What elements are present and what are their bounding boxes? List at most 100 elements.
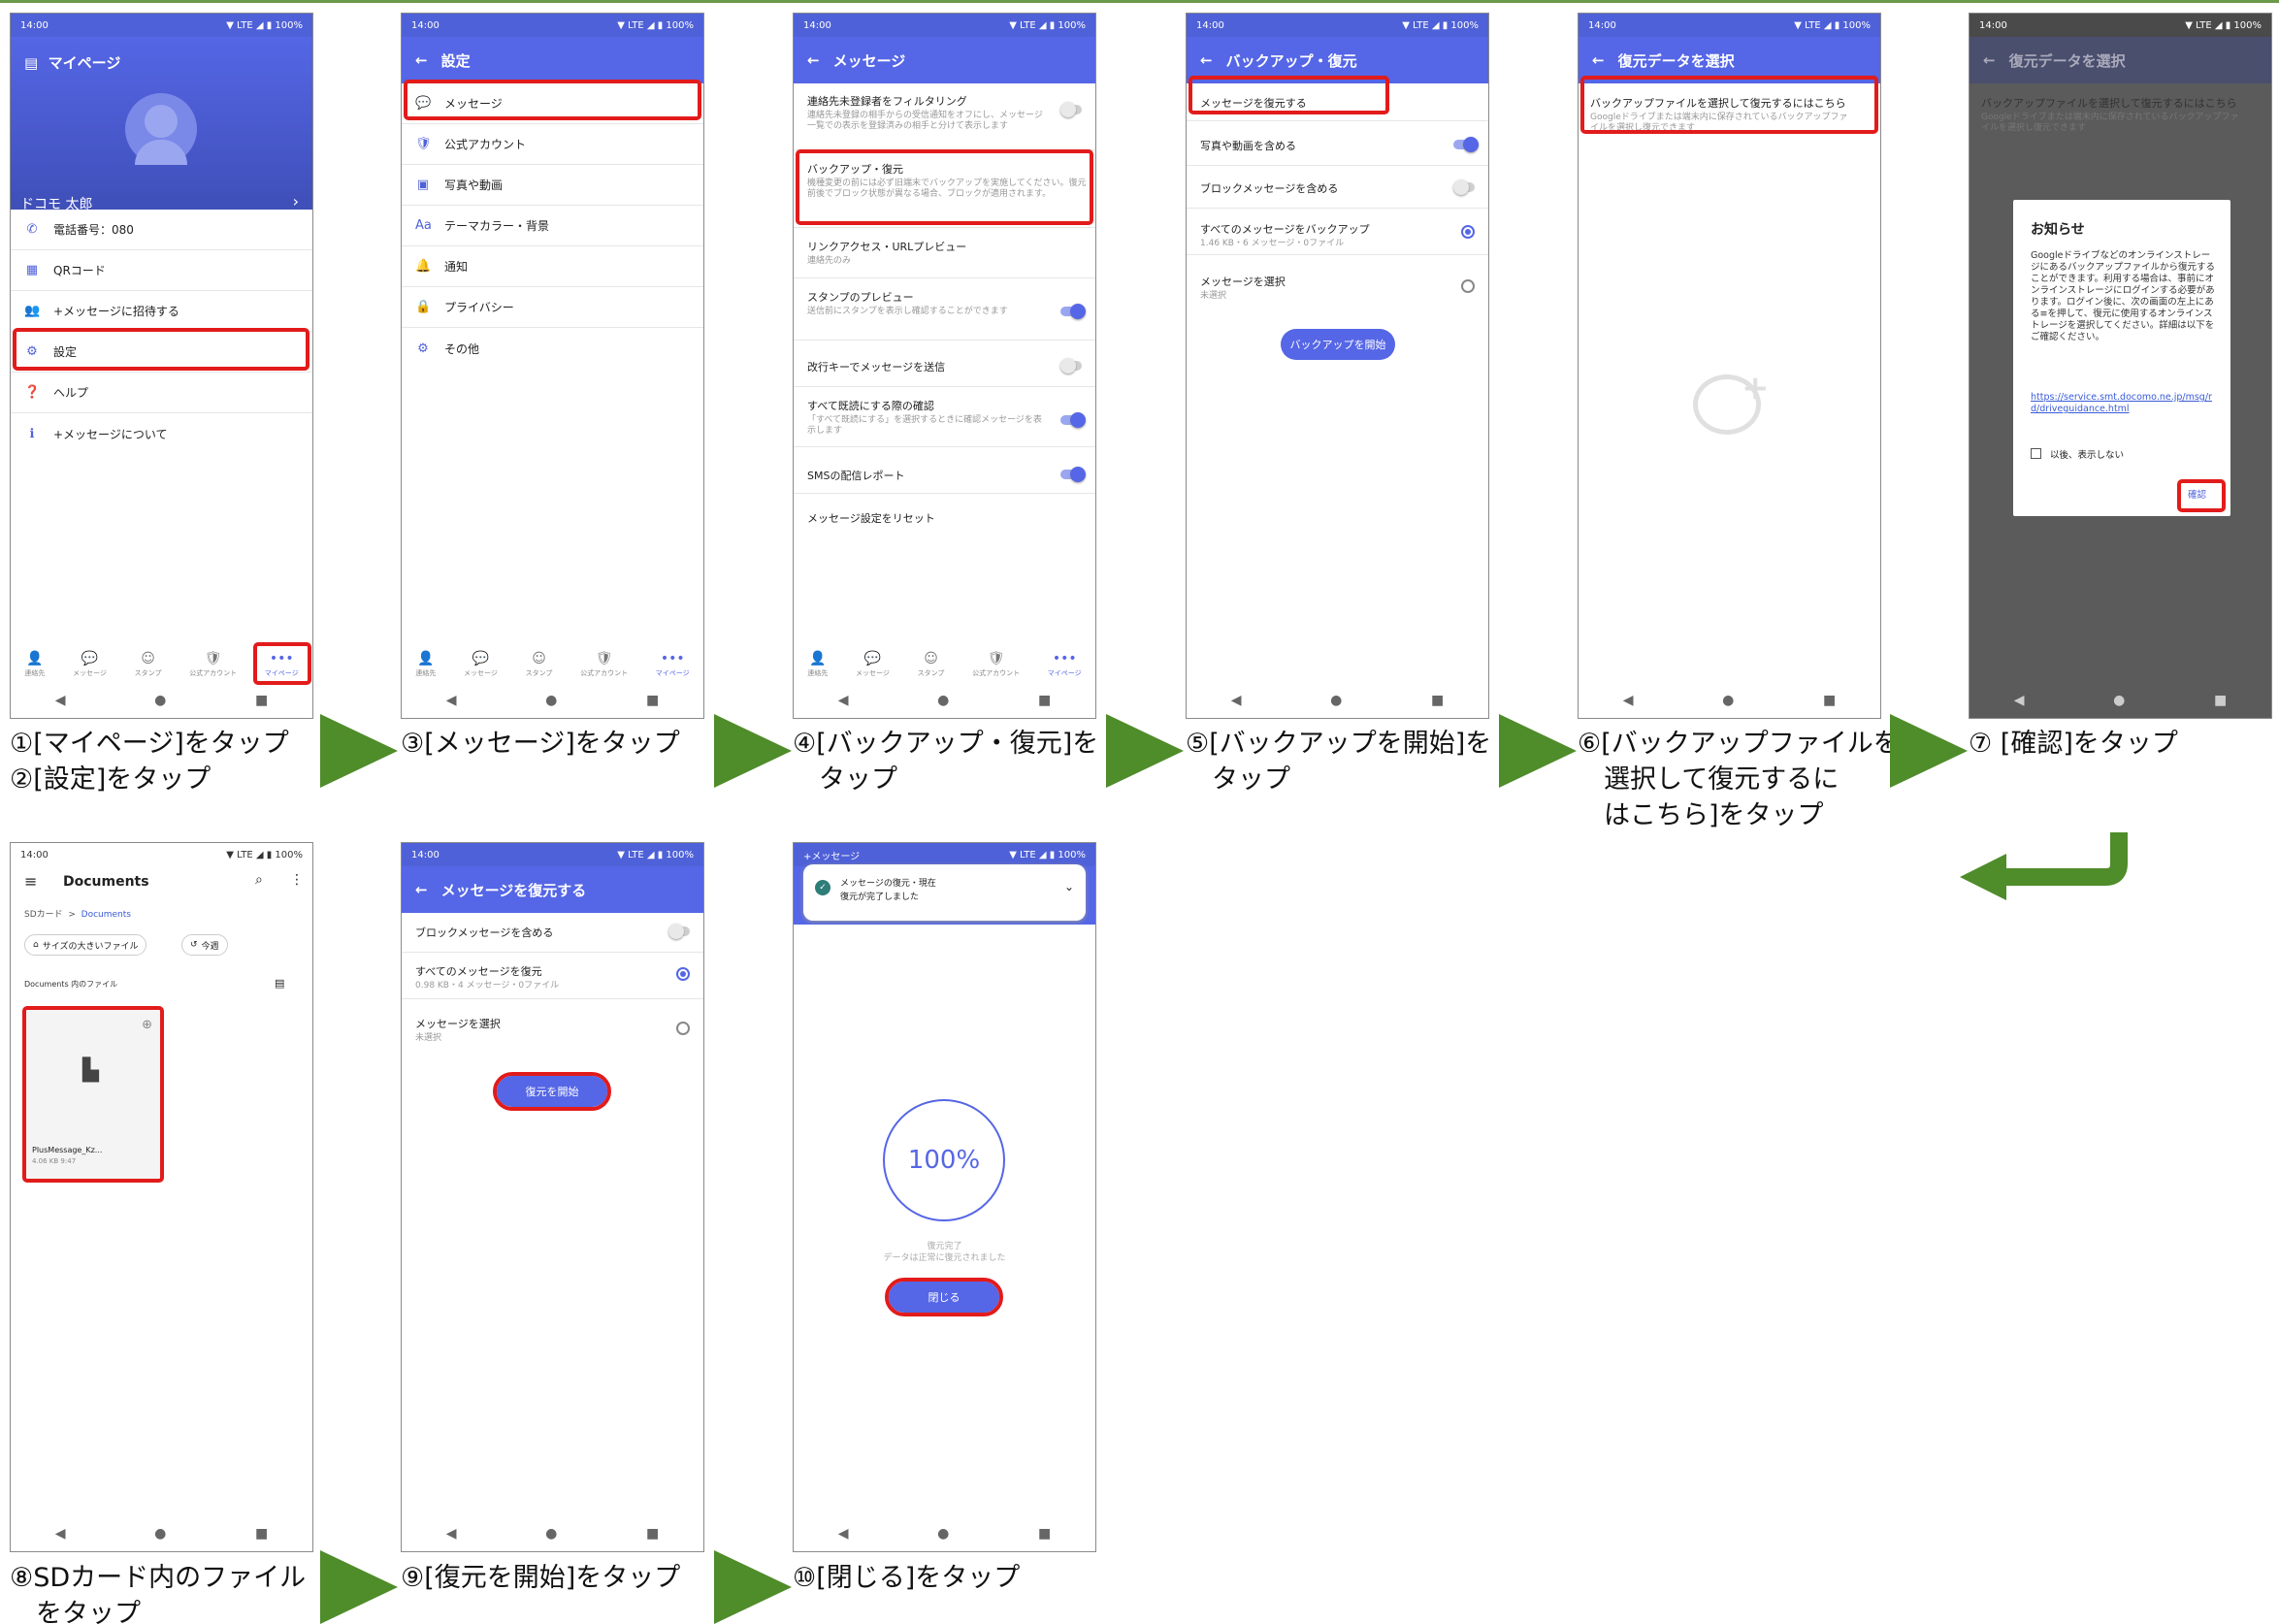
back-icon[interactable]: ◀ bbox=[55, 693, 66, 708]
option-select-messages[interactable]: メッセージを選択 未選択 bbox=[415, 1016, 697, 1044]
option-select-messages[interactable]: メッセージを選択 未選択 bbox=[1200, 274, 1481, 302]
settings-item-media[interactable]: ▣ 写真や動画 bbox=[402, 165, 703, 206]
toggle-include-media[interactable] bbox=[1453, 137, 1479, 152]
dont-show-checkbox[interactable] bbox=[2031, 448, 2041, 459]
recent-icon[interactable]: ■ bbox=[2214, 693, 2227, 708]
settings-item-other[interactable]: ⚙ その他 bbox=[402, 328, 703, 369]
back-arrow-icon[interactable]: ← bbox=[807, 51, 820, 69]
tab-stamps[interactable]: ☺ スタンプ bbox=[135, 651, 162, 678]
toggle-sms-report[interactable] bbox=[1060, 467, 1086, 482]
select-backup-file-link[interactable]: バックアップファイルを選択して復元するにはこちら Googleドライブまたは端末内… bbox=[1981, 95, 2263, 134]
search-icon[interactable]: ⌕ bbox=[255, 872, 263, 888]
tab-official[interactable]: 🛡 公式アカウント bbox=[972, 651, 1020, 678]
tab-mypage[interactable]: ••• マイページ bbox=[1048, 651, 1082, 678]
setting-include-blocked[interactable]: ブロックメッセージを含める bbox=[415, 925, 697, 940]
chevron-down-icon[interactable]: ⌄ bbox=[1064, 880, 1074, 893]
tab-messages[interactable]: 💬 メッセージ bbox=[73, 651, 107, 678]
back-arrow-icon[interactable]: ← bbox=[1200, 51, 1213, 69]
tab-contacts[interactable]: 👤 連絡先 bbox=[807, 651, 828, 678]
settings-item-theme[interactable]: Aa テーマカラー・背景 bbox=[402, 206, 703, 246]
toggle-enter-send[interactable] bbox=[1060, 358, 1082, 374]
setting-filter[interactable]: 連絡先未登録者をフィルタリング 連絡先未登録の相手からの受信通知をオフにし、メッセ… bbox=[807, 93, 1089, 132]
back-icon[interactable]: ◀ bbox=[446, 1526, 457, 1542]
recent-icon[interactable]: ■ bbox=[1038, 693, 1051, 708]
toggle-include-blocked[interactable] bbox=[1453, 179, 1475, 195]
tab-contacts[interactable]: 👤 連絡先 bbox=[24, 651, 45, 678]
setting-sub: 1.46 KB・6 メッセージ・0ファイル bbox=[1200, 239, 1345, 248]
toggle-read-confirm[interactable] bbox=[1060, 412, 1086, 428]
home-icon[interactable]: ● bbox=[2113, 693, 2125, 708]
settings-item-privacy[interactable]: 🔒 プライバシー bbox=[402, 287, 703, 328]
radio-restore-all[interactable] bbox=[676, 967, 690, 981]
back-arrow-icon[interactable]: ← bbox=[1592, 51, 1605, 69]
back-icon[interactable]: ◀ bbox=[2014, 693, 2025, 708]
option-restore-all[interactable]: すべてのメッセージを復元 0.98 KB・4 メッセージ・0ファイル bbox=[415, 963, 697, 991]
home-icon[interactable]: ● bbox=[545, 1526, 557, 1542]
menu-item-qr[interactable]: ▦ QRコード bbox=[11, 250, 312, 291]
back-icon[interactable]: ◀ bbox=[1623, 693, 1634, 708]
radio-backup-all[interactable] bbox=[1461, 225, 1475, 239]
toggle-stamp-preview[interactable] bbox=[1060, 304, 1086, 319]
tab-stamps[interactable]: ☺ スタンプ bbox=[918, 651, 945, 678]
back-icon[interactable]: ◀ bbox=[1231, 693, 1242, 708]
back-icon[interactable]: ◀ bbox=[838, 693, 849, 708]
crumb-documents[interactable]: Documents bbox=[81, 910, 131, 920]
back-arrow-icon[interactable]: ← bbox=[1983, 51, 1996, 69]
back-arrow-icon[interactable]: ← bbox=[415, 51, 428, 69]
setting-link-preview[interactable]: リンクアクセス・URLプレビュー 連絡先のみ bbox=[807, 239, 1089, 267]
radio-select-messages[interactable] bbox=[676, 1022, 690, 1035]
menu-item-help[interactable]: ❓ ヘルプ bbox=[11, 373, 312, 413]
radio-select-messages[interactable] bbox=[1461, 279, 1475, 293]
setting-include-blocked[interactable]: ブロックメッセージを含める bbox=[1200, 180, 1481, 196]
tab-mypage[interactable]: ••• マイページ bbox=[656, 651, 690, 678]
chevron-right-icon[interactable]: › bbox=[293, 192, 299, 211]
dialog-link[interactable]: https://service.smt.docomo.ne.jp/msg/rd/… bbox=[2031, 392, 2215, 415]
tab-messages[interactable]: 💬 メッセージ bbox=[856, 651, 890, 678]
recent-icon[interactable]: ■ bbox=[646, 693, 659, 708]
more-vert-icon[interactable]: ⋮ bbox=[290, 872, 304, 888]
setting-stamp-preview[interactable]: スタンプのプレビュー 送信前にスタンプを表示し確認することができます bbox=[807, 289, 1089, 317]
recent-icon[interactable]: ■ bbox=[255, 1526, 268, 1542]
menu-item-about[interactable]: ℹ +メッセージについて bbox=[11, 413, 312, 454]
tab-messages[interactable]: 💬 メッセージ bbox=[464, 651, 498, 678]
option-backup-all[interactable]: すべてのメッセージをバックアップ 1.46 KB・6 メッセージ・0ファイル bbox=[1200, 221, 1481, 249]
start-backup-button[interactable]: バックアップを開始 bbox=[1281, 329, 1395, 360]
recent-icon[interactable]: ■ bbox=[1038, 1526, 1051, 1542]
recent-icon[interactable]: ■ bbox=[1823, 693, 1836, 708]
settings-item-notify[interactable]: 🔔 通知 bbox=[402, 246, 703, 287]
back-arrow-icon[interactable]: ← bbox=[415, 881, 428, 898]
toggle-include-blocked[interactable] bbox=[668, 924, 690, 939]
list-view-icon[interactable]: ▤ bbox=[275, 977, 284, 990]
back-icon[interactable]: ◀ bbox=[838, 1526, 849, 1542]
setting-sms-report[interactable]: SMSの配信レポート bbox=[807, 468, 1089, 483]
home-icon[interactable]: ● bbox=[1330, 693, 1342, 708]
recent-icon[interactable]: ■ bbox=[1431, 693, 1444, 708]
setting-reset[interactable]: メッセージ設定をリセット bbox=[807, 510, 1089, 526]
home-icon[interactable]: ● bbox=[154, 693, 166, 708]
settings-item-official[interactable]: 🛡 公式アカウント bbox=[402, 124, 703, 165]
back-icon[interactable]: ◀ bbox=[446, 693, 457, 708]
chip-this-week[interactable]: ↺ 今週 bbox=[181, 934, 228, 956]
menu-item-invite[interactable]: 👥 +メッセージに招待する bbox=[11, 291, 312, 332]
tab-official[interactable]: 🛡 公式アカウント bbox=[580, 651, 628, 678]
setting-title: すべて既読にする際の確認 bbox=[807, 400, 934, 412]
setting-read-confirm[interactable]: すべて既読にする際の確認 「すべて既読にする」を選択するときに確認メッセージを表示… bbox=[807, 398, 1089, 437]
toggle-filter[interactable] bbox=[1060, 102, 1082, 117]
home-icon[interactable]: ● bbox=[1722, 693, 1734, 708]
recent-icon[interactable]: ■ bbox=[255, 693, 268, 708]
home-icon[interactable]: ● bbox=[545, 693, 557, 708]
setting-enter-send[interactable]: 改行キーでメッセージを送信 bbox=[807, 359, 1089, 374]
home-icon[interactable]: ● bbox=[154, 1526, 166, 1542]
setting-include-media[interactable]: 写真や動画を含める bbox=[1200, 138, 1481, 153]
home-icon[interactable]: ● bbox=[937, 1526, 949, 1542]
tab-contacts[interactable]: 👤 連絡先 bbox=[415, 651, 436, 678]
chip-large-files[interactable]: ⌂ サイズの大きいファイル bbox=[24, 934, 147, 956]
tab-official[interactable]: 🛡 公式アカウント bbox=[189, 651, 237, 678]
menu-icon[interactable]: ≡ bbox=[24, 872, 37, 891]
recent-icon[interactable]: ■ bbox=[646, 1526, 659, 1542]
back-icon[interactable]: ◀ bbox=[55, 1526, 66, 1542]
notification-card[interactable]: ✓ メッセージの復元・現在 復元が完了しました ⌄ bbox=[803, 864, 1086, 921]
crumb-sd[interactable]: SDカード bbox=[24, 910, 63, 920]
tab-stamps[interactable]: ☺ スタンプ bbox=[526, 651, 553, 678]
home-icon[interactable]: ● bbox=[937, 693, 949, 708]
